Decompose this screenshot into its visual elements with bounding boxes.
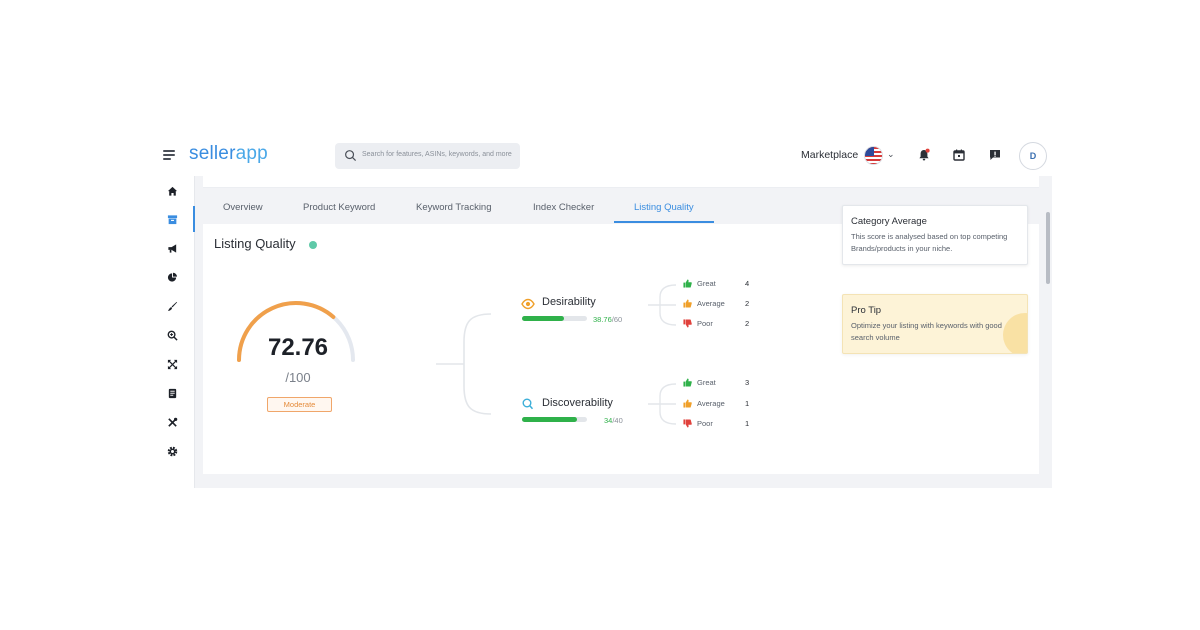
category-average-title: Category Average xyxy=(851,216,927,227)
tools-icon xyxy=(168,417,178,427)
info-icon[interactable] xyxy=(309,241,317,249)
discoverability-average-label: Average xyxy=(697,399,725,408)
tab-product-keyword[interactable]: Product Keyword xyxy=(303,202,375,213)
desirability-progress-fill xyxy=(522,316,564,321)
discoverability-title: Discoverability xyxy=(542,397,613,409)
sidebar-active-indicator xyxy=(193,206,195,232)
sidebar xyxy=(150,176,195,488)
settings-icon xyxy=(167,446,178,457)
status-badge: Moderate xyxy=(267,397,332,412)
thumbs-down-icon xyxy=(683,319,692,328)
discoverability-branch-connector xyxy=(648,383,677,425)
sidebar-item-brush[interactable] xyxy=(164,298,181,315)
discoverability-average-count: 1 xyxy=(745,399,750,408)
desirability-score-max: /60 xyxy=(611,315,623,324)
discoverability-poor-label: Poor xyxy=(697,419,713,428)
sidebar-item-reports[interactable] xyxy=(164,385,181,402)
discoverability-great-label: Great xyxy=(697,378,716,387)
desirability-progress-bar xyxy=(522,316,587,321)
discoverability-score-max: /40 xyxy=(612,416,623,425)
category-average-card: Category Average This score is analysed … xyxy=(842,205,1028,265)
desirability-average-count: 2 xyxy=(745,299,750,308)
home-icon xyxy=(167,186,178,196)
tab-index-checker[interactable]: Index Checker xyxy=(533,202,594,213)
us-flag-icon[interactable] xyxy=(864,146,883,165)
pro-tip-title: Pro Tip xyxy=(851,305,882,316)
discoverability-progress-fill xyxy=(522,417,578,422)
product-box-icon xyxy=(167,215,178,225)
desirability-great-count: 4 xyxy=(745,279,750,288)
megaphone-icon xyxy=(168,244,177,253)
discoverability-great-count: 3 xyxy=(745,378,750,387)
marketplace-label[interactable]: Marketplace xyxy=(801,149,858,161)
sidebar-item-settings[interactable] xyxy=(164,443,181,460)
sidebar-item-analytics[interactable] xyxy=(164,269,181,286)
thumbs-up-icon xyxy=(683,399,692,408)
search-icon xyxy=(345,150,357,162)
tree-connector xyxy=(436,313,492,415)
search-input[interactable]: Search for features, ASINs, keywords, an… xyxy=(335,143,520,169)
pro-tip-text: Optimize your listing with keywords with… xyxy=(851,321,1002,342)
category-average-text: This score is analysed based on top comp… xyxy=(851,232,1008,253)
thumbs-down-icon xyxy=(683,419,692,428)
sidebar-item-research[interactable] xyxy=(164,327,181,344)
sidebar-item-tools[interactable] xyxy=(164,414,181,431)
score-value: 72.76 xyxy=(267,334,329,361)
desirability-poor-label: Poor xyxy=(697,319,713,328)
desirability-title: Desirability xyxy=(542,296,596,308)
tab-listing-quality[interactable]: Listing Quality xyxy=(634,202,694,213)
discoverability-poor-count: 1 xyxy=(745,419,750,428)
logo[interactable]: sellerapp xyxy=(189,143,268,165)
bell-icon[interactable] xyxy=(917,148,931,162)
discoverability-score: 34/40 xyxy=(604,416,623,425)
sidebar-item-home[interactable] xyxy=(164,183,181,200)
expand-icon xyxy=(167,359,178,370)
active-tab-underline xyxy=(614,221,714,223)
thumbs-up-icon xyxy=(683,279,692,288)
desirability-great-label: Great xyxy=(697,279,716,288)
app-window: sellerapp Search for features, ASINs, ke… xyxy=(150,136,1052,488)
tab-keyword-tracking[interactable]: Keyword Tracking xyxy=(416,202,492,213)
calendar-icon[interactable] xyxy=(952,148,966,162)
sidebar-item-products[interactable] xyxy=(164,211,181,228)
tab-overview[interactable]: Overview xyxy=(223,202,263,213)
score-max: /100 xyxy=(285,370,311,385)
avatar[interactable]: D xyxy=(1019,142,1047,170)
thumbs-up-icon xyxy=(683,299,692,308)
thumbs-up-icon xyxy=(683,378,692,387)
feedback-icon[interactable] xyxy=(988,148,1002,162)
brush-icon xyxy=(167,301,178,311)
logo-text-seller: seller xyxy=(189,143,236,164)
search-icon xyxy=(522,398,534,410)
discoverability-progress-bar xyxy=(522,417,587,422)
search-placeholder: Search for features, ASINs, keywords, an… xyxy=(362,151,512,158)
desirability-average-label: Average xyxy=(697,299,725,308)
scrollbar-thumb[interactable] xyxy=(1046,212,1050,284)
pro-tip-card: Pro Tip Optimize your listing with keywo… xyxy=(842,294,1028,354)
desirability-score-value: 38.76 xyxy=(593,315,612,324)
top-bar: sellerapp Search for features, ASINs, ke… xyxy=(150,136,1052,176)
menu-icon[interactable] xyxy=(163,150,175,161)
sidebar-item-marketing[interactable] xyxy=(164,240,181,257)
document-icon xyxy=(168,388,177,399)
desirability-score: 38.76/60 xyxy=(593,315,622,324)
content-top-strip xyxy=(203,176,1039,188)
page-title: Listing Quality xyxy=(214,236,296,251)
logo-text-app: app xyxy=(235,143,268,164)
desirability-branch-connector xyxy=(648,284,677,326)
eye-icon xyxy=(521,298,535,310)
sidebar-item-expand[interactable] xyxy=(164,356,181,373)
zoom-search-icon xyxy=(167,330,178,341)
desirability-poor-count: 2 xyxy=(745,319,750,328)
pie-chart-icon xyxy=(167,272,178,282)
chevron-down-icon[interactable]: ⌄ xyxy=(887,149,895,160)
